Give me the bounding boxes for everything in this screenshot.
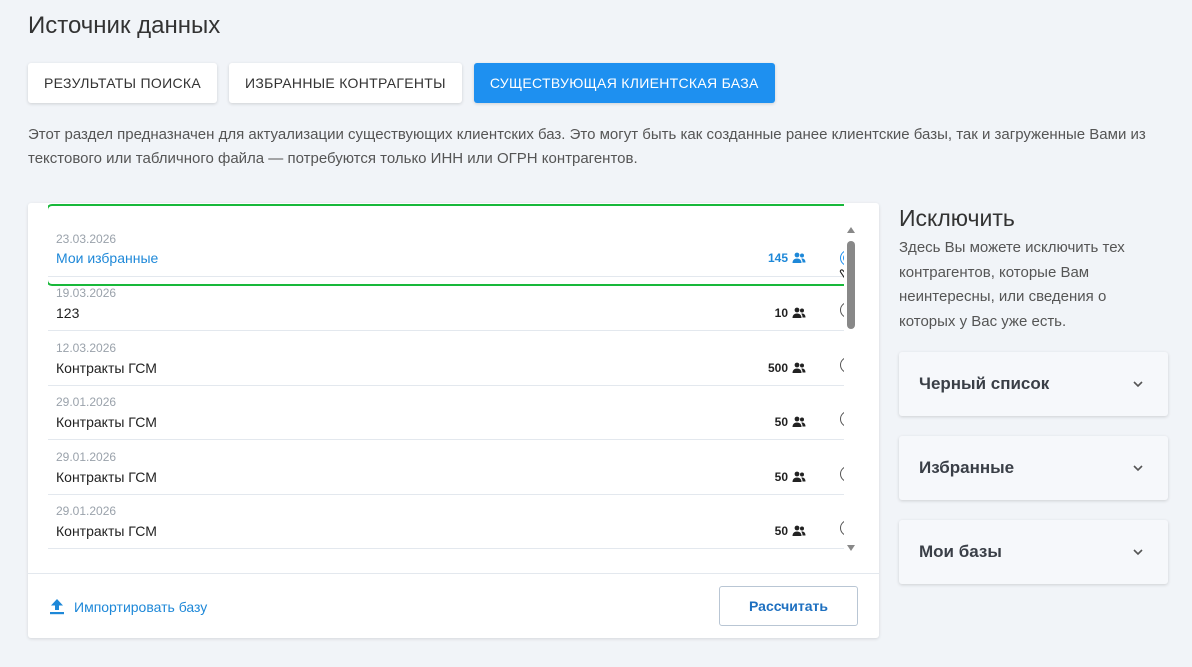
page-title: Источник данных <box>28 12 221 39</box>
client-bases-list[interactable]: 23.03.2026 Мои избранные 145 19.03.2026 … <box>48 203 844 553</box>
accordion-label: Черный список <box>919 374 1050 393</box>
accordion-my-bases[interactable]: Мои базы <box>899 520 1168 584</box>
people-icon <box>792 525 806 536</box>
list-item[interactable]: 29.01.2026 Контракты ГСМ 50 <box>48 441 844 495</box>
item-date: 19.03.2026 <box>56 286 117 300</box>
item-date: 12.03.2026 <box>56 341 117 355</box>
card-footer: Импортировать базу Рассчитать <box>28 573 879 639</box>
item-name: Контракты ГСМ <box>56 523 157 539</box>
accordion-favorites[interactable]: Избранные <box>899 436 1168 500</box>
tab-search-results[interactable]: Результаты поиска <box>28 63 217 103</box>
people-icon <box>792 307 806 318</box>
item-count: 50 <box>775 470 806 484</box>
source-tabs: Результаты поиска Избранные контрагенты … <box>28 63 775 103</box>
item-count: 500 <box>768 361 806 375</box>
exclude-title: Исключить <box>899 205 1015 231</box>
item-date: 29.01.2026 <box>56 450 117 464</box>
import-base-label: Импортировать базу <box>74 599 208 615</box>
people-icon <box>792 471 806 482</box>
item-date: 29.01.2026 <box>56 395 117 409</box>
item-name: Контракты ГСМ <box>56 414 157 430</box>
item-count: 50 <box>775 524 806 538</box>
list-item[interactable]: 23.03.2026 Мои избранные 145 <box>48 223 844 277</box>
section-description: Этот раздел предназначен для актуализаци… <box>28 126 1146 167</box>
item-count-value: 145 <box>767 251 788 265</box>
people-icon <box>792 252 806 263</box>
item-count-value: 500 <box>767 361 788 375</box>
tab-favorite-counterparties[interactable]: Избранные контрагенты <box>228 63 462 103</box>
item-name: Мои избранные <box>56 250 159 266</box>
select-radio[interactable] <box>840 411 844 427</box>
chevron-down-icon <box>1133 465 1143 472</box>
list-item[interactable]: 29.01.2026 Контракты ГСМ 50 <box>48 386 844 440</box>
scroll-up-arrow-icon[interactable] <box>847 227 855 233</box>
item-count: 50 <box>775 415 806 429</box>
scroll-down-arrow-icon[interactable] <box>847 545 855 551</box>
select-radio[interactable] <box>840 520 844 536</box>
accordion-blacklist[interactable]: Черный список <box>899 352 1168 416</box>
select-radio[interactable] <box>840 302 844 318</box>
item-count-value: 50 <box>774 415 788 429</box>
item-count-value: 50 <box>774 524 788 538</box>
accordion-label: Мои базы <box>919 542 1002 561</box>
tab-existing-client-base[interactable]: Существующая клиентская база <box>473 63 775 103</box>
item-count-value: 50 <box>774 470 788 484</box>
list-scrollbar[interactable] <box>846 227 856 551</box>
chevron-down-icon <box>1133 381 1143 388</box>
item-name: Контракты ГСМ <box>56 360 157 376</box>
people-icon <box>792 362 806 373</box>
select-radio[interactable] <box>840 357 844 373</box>
client-bases-card: 23.03.2026 Мои избранные 145 19.03.2026 … <box>28 203 879 638</box>
hand-pointer-icon <box>839 269 844 279</box>
item-name: Контракты ГСМ <box>56 469 157 485</box>
exclude-description: Здесь Вы можете исключить тех контрагент… <box>899 239 1125 330</box>
scroll-thumb[interactable] <box>847 241 855 329</box>
item-count-value: 10 <box>774 306 788 320</box>
upload-icon <box>50 599 64 615</box>
item-date: 29.01.2026 <box>56 504 117 518</box>
list-item[interactable]: 29.01.2026 Контракты ГСМ 50 <box>48 495 844 549</box>
import-base-link[interactable]: Импортировать базу <box>50 599 207 615</box>
list-item[interactable]: 19.03.2026 123 10 <box>48 277 844 331</box>
item-count: 10 <box>775 306 806 320</box>
item-date: 23.03.2026 <box>56 232 117 246</box>
accordion-label: Избранные <box>919 458 1015 477</box>
calculate-button[interactable]: Рассчитать <box>719 586 858 626</box>
list-item[interactable]: 12.03.2026 Контракты ГСМ 500 <box>48 332 844 386</box>
select-radio[interactable] <box>840 466 844 482</box>
item-name: 123 <box>56 305 80 321</box>
chevron-down-icon <box>1133 549 1143 556</box>
people-icon <box>792 416 806 427</box>
item-count: 145 <box>768 251 806 265</box>
